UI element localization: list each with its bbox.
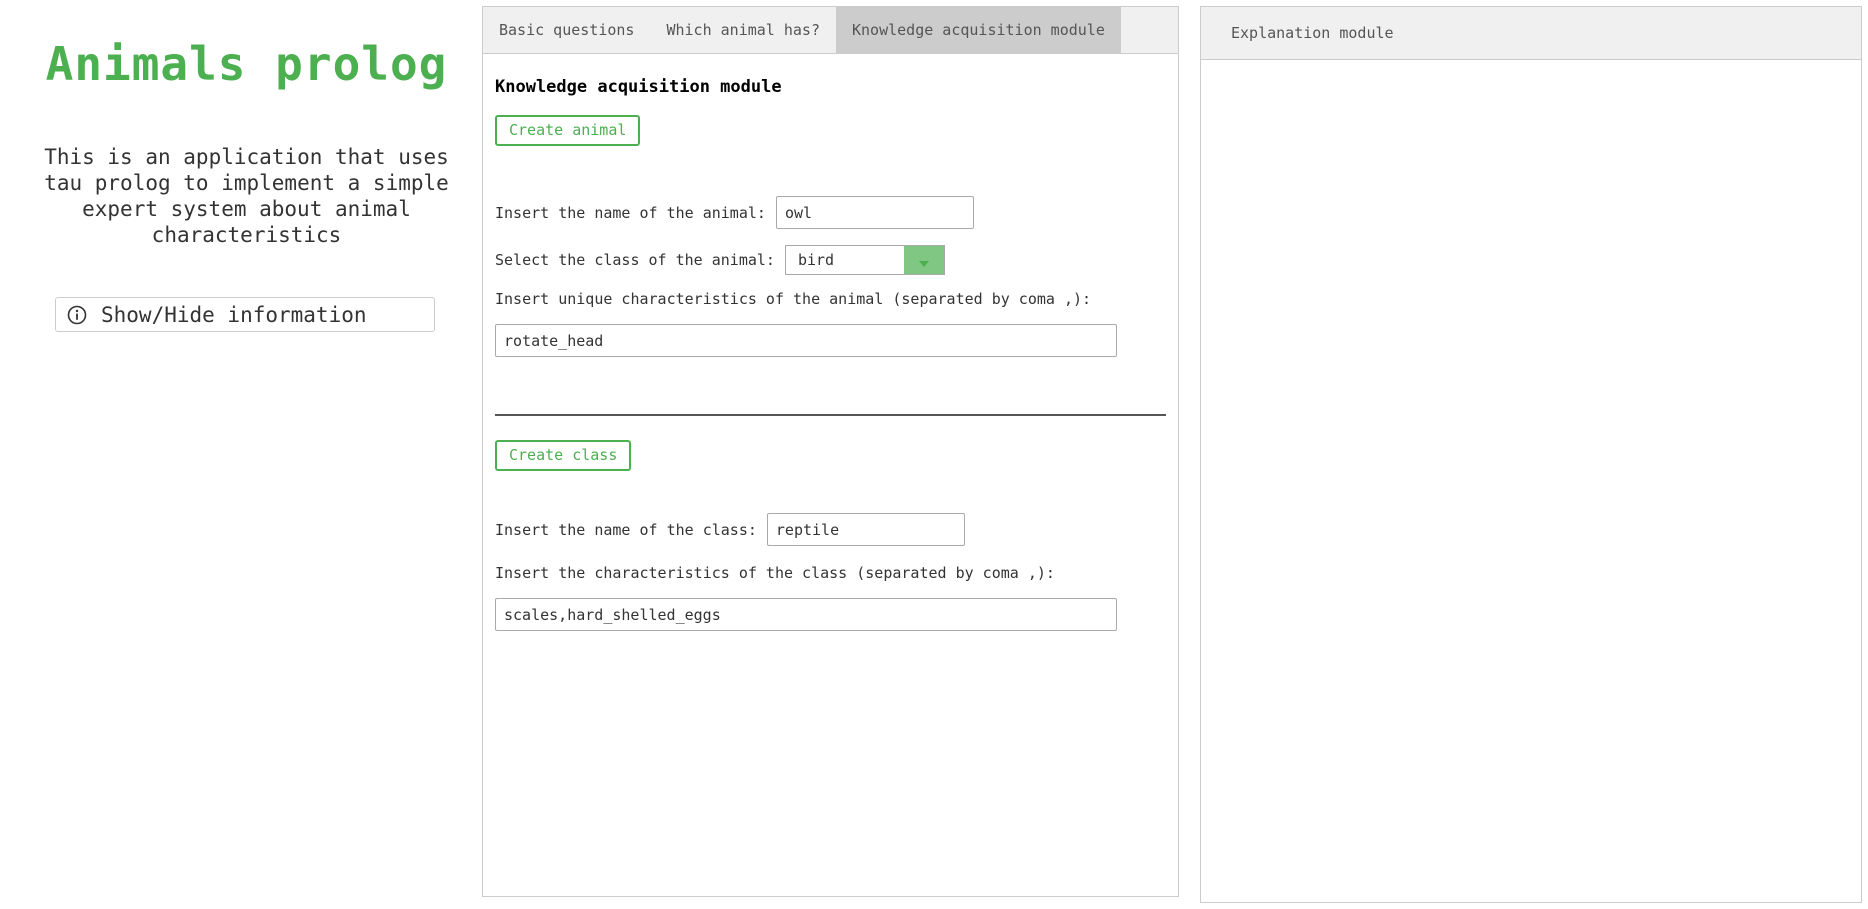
animal-name-label: Insert the name of the animal:: [495, 203, 766, 222]
animal-characteristics-label: Insert unique characteristics of the ani…: [495, 290, 1092, 308]
animal-class-select[interactable]: bird: [784, 245, 945, 275]
explanation-panel: Explanation module: [1200, 6, 1862, 903]
knowledge-acquisition-content: Knowledge acquisition module Create anim…: [483, 77, 1178, 631]
app-title: Animals prolog: [45, 37, 448, 91]
animal-class-label: Select the class of the animal:: [495, 251, 775, 269]
class-name-label: Insert the name of the class:: [495, 520, 757, 539]
class-name-input[interactable]: [766, 513, 965, 546]
class-characteristics-label: Insert the characteristics of the class …: [495, 564, 1055, 582]
show-hide-information-button[interactable]: Show/Hide information: [55, 297, 435, 332]
tab-bar: Basic questions Which animal has? Knowle…: [483, 7, 1178, 54]
tab-knowledge-acquisition[interactable]: Knowledge acquisition module: [836, 7, 1121, 53]
create-animal-button[interactable]: Create animal: [495, 115, 641, 146]
sidebar: Animals prolog This is an application th…: [24, 38, 469, 248]
animal-characteristics-input[interactable]: [495, 324, 1117, 357]
explanation-header: Explanation module: [1201, 7, 1861, 60]
show-hide-information-label: Show/Hide information: [101, 302, 367, 327]
app-description: This is an application that uses tau pro…: [44, 145, 449, 247]
class-characteristics-input[interactable]: [495, 598, 1117, 631]
tab-which-animal-has[interactable]: Which animal has?: [650, 7, 836, 53]
chevron-down-icon: [903, 246, 944, 274]
info-circle-icon: [67, 305, 87, 325]
module-title: Knowledge acquisition module: [495, 77, 782, 97]
create-class-button[interactable]: Create class: [495, 440, 632, 471]
animal-name-input[interactable]: [775, 196, 974, 229]
tab-basic-questions[interactable]: Basic questions: [483, 7, 650, 53]
main-panel: Basic questions Which animal has? Knowle…: [482, 6, 1179, 897]
animal-class-value: bird: [797, 251, 835, 269]
section-divider: [495, 414, 1166, 416]
